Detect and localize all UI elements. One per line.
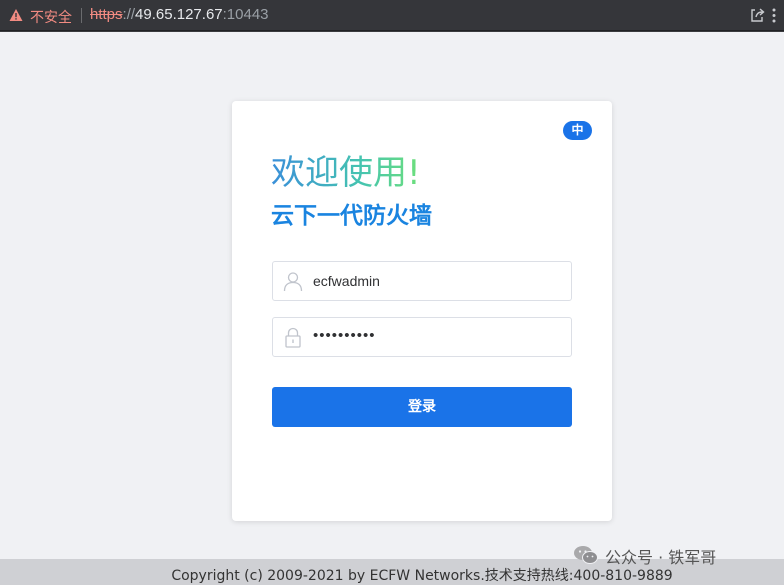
- password-field[interactable]: ••••••••••: [272, 317, 572, 357]
- url-separator: ://: [122, 6, 136, 23]
- warning-icon[interactable]: [9, 8, 23, 22]
- wechat-icon: [574, 546, 598, 564]
- browser-address-bar: 不安全 https://49.65.127.67:10443: [0, 0, 784, 32]
- username-input[interactable]: ecfwadmin: [313, 273, 380, 289]
- url-port: :10443: [222, 6, 269, 23]
- user-icon: [283, 272, 303, 292]
- login-button[interactable]: 登录: [272, 387, 572, 427]
- password-input[interactable]: ••••••••••: [313, 327, 376, 344]
- url-scheme: https: [90, 6, 123, 23]
- welcome-title: 欢迎使用!: [271, 145, 421, 194]
- lock-icon: [285, 327, 301, 348]
- product-name: 云下一代防火墙: [271, 203, 432, 229]
- url-text[interactable]: https://49.65.127.67:10443: [90, 6, 269, 23]
- url-bar[interactable]: 不安全 https://49.65.127.67:10443: [0, 0, 784, 30]
- copyright-text: Copyright (c) 2009-2021 by ECFW Networks…: [171, 568, 673, 584]
- watermark-text: 公众号 · 铁军哥: [605, 548, 717, 567]
- username-field[interactable]: ecfwadmin: [272, 261, 572, 301]
- share-icon[interactable]: [749, 7, 765, 23]
- menu-icon[interactable]: [770, 8, 778, 23]
- divider: [81, 8, 82, 23]
- security-label[interactable]: 不安全: [30, 7, 72, 27]
- url-host: 49.65.127.67: [135, 6, 223, 23]
- login-card: 中 欢迎使用! 云下一代防火墙 ecfwadmin •••••••••• 登录: [232, 101, 612, 521]
- language-toggle[interactable]: 中: [563, 121, 592, 140]
